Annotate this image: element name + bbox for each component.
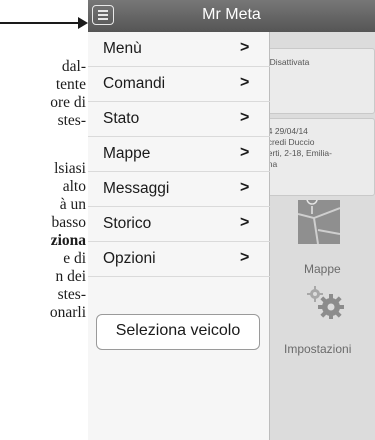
settings-gear-icon[interactable] — [305, 285, 345, 320]
chevron-right-icon: > — [240, 74, 250, 91]
drawer-item-menu[interactable]: Menù > — [88, 32, 270, 67]
drawer-item-label: Mappe — [103, 145, 151, 162]
app-title: Mr Meta — [202, 6, 261, 23]
chevron-right-icon: > — [240, 144, 250, 161]
doc-line: lsiasi — [54, 160, 86, 177]
side-drawer: Menù > Comandi > Stato > Mappe > Messagg… — [88, 32, 270, 440]
phone-screen: Mr Meta y Disattivata 24 29/04/14 ncredi… — [88, 0, 375, 440]
drawer-item-label: Menù — [103, 40, 142, 57]
chevron-right-icon: > — [240, 249, 250, 266]
chevron-right-icon: > — [240, 109, 250, 126]
drawer-item-opzioni[interactable]: Opzioni > — [88, 242, 270, 277]
doc-line: basso — [51, 214, 86, 231]
doc-line: onarli — [49, 304, 86, 321]
position-card[interactable]: 24 29/04/14 ncredi Duccio perti, 2-18, E… — [261, 118, 375, 196]
chevron-right-icon: > — [240, 179, 250, 196]
settings-tile-label[interactable]: Impostazioni — [284, 342, 351, 356]
drawer-item-label: Stato — [103, 110, 140, 127]
doc-line: alto — [62, 178, 86, 195]
map-tile-label[interactable]: Mappe — [304, 262, 341, 276]
doc-line: e di — [63, 250, 86, 267]
drawer-item-storico[interactable]: Storico > — [88, 207, 270, 242]
pointer-arrow-icon — [0, 17, 90, 29]
app-header: Mr Meta — [88, 0, 375, 32]
doc-line: à un — [59, 196, 86, 213]
doc-line: n dei — [55, 268, 86, 285]
drawer-item-comandi[interactable]: Comandi > — [88, 67, 270, 102]
drawer-item-label: Storico — [103, 215, 152, 232]
chevron-right-icon: > — [240, 39, 250, 56]
drawer-item-messaggi[interactable]: Messaggi > — [88, 172, 270, 207]
map-icon[interactable] — [297, 193, 341, 245]
doc-line: ziona — [50, 232, 86, 249]
drawer-item-label: Messaggi — [103, 180, 170, 197]
chevron-right-icon: > — [240, 214, 250, 231]
drawer-item-mappe[interactable]: Mappe > — [88, 137, 270, 172]
select-vehicle-button[interactable]: Seleziona veicolo — [96, 314, 260, 350]
doc-line: stes- — [57, 112, 86, 129]
status-card[interactable]: y Disattivata — [261, 48, 375, 114]
drawer-item-stato[interactable]: Stato > — [88, 102, 270, 137]
drawer-item-label: Comandi — [103, 75, 166, 92]
select-vehicle-label: Seleziona veicolo — [115, 322, 241, 339]
doc-line: stes- — [57, 286, 86, 303]
position-card-line: perti, 2-18, Emilia- — [263, 148, 332, 158]
doc-line: dal- — [61, 58, 86, 75]
position-card-line: ncredi Duccio — [263, 137, 315, 147]
doc-line: tente — [55, 76, 86, 93]
doc-line: ore di — [50, 94, 86, 111]
drawer-item-label: Opzioni — [103, 250, 156, 267]
